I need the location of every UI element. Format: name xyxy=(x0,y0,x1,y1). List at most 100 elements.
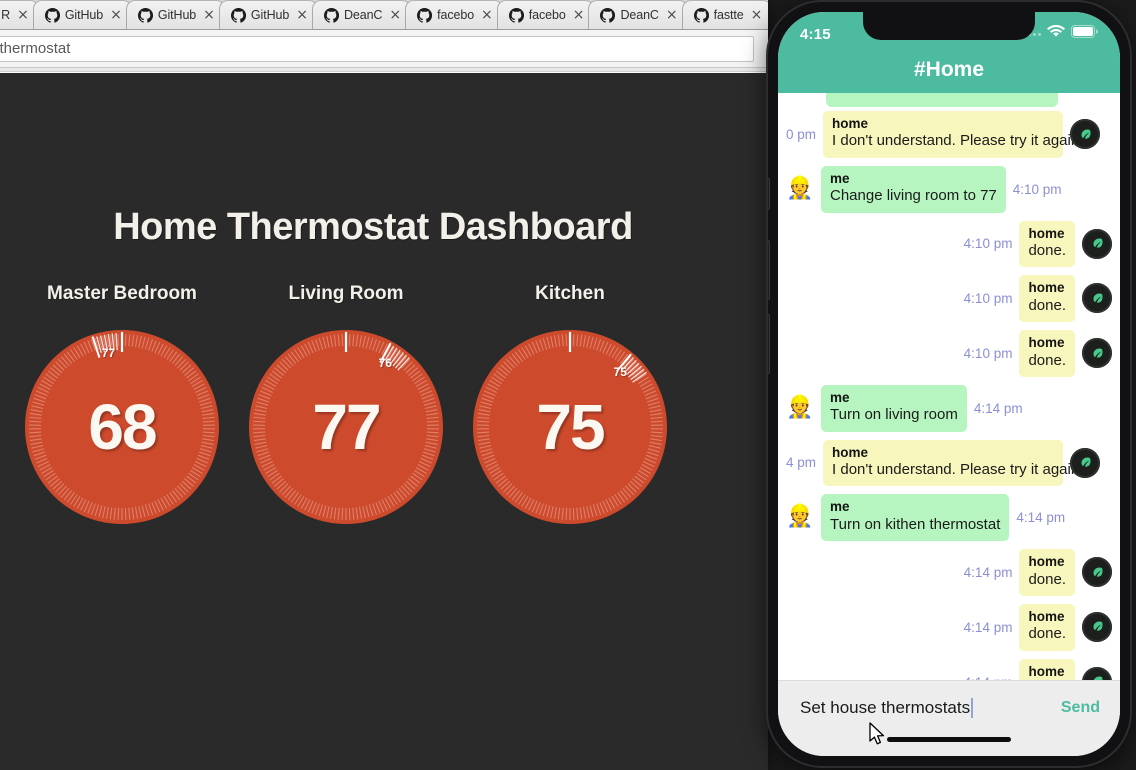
thermostat-gauge[interactable]: Master Bedroom 68 77 xyxy=(10,283,234,527)
chat-bubble: home I don't understand. Please try it ag… xyxy=(823,111,1083,158)
github-icon xyxy=(508,7,524,23)
close-icon[interactable]: × xyxy=(203,8,215,22)
browser-tab[interactable]: fastte × xyxy=(681,0,768,29)
browser-tab[interactable]: facebo × xyxy=(496,0,595,29)
chat-message-row: 👷 me Turn on kithen thermostat 4:14 pm xyxy=(778,490,1120,545)
chat-message-timestamp: 4 pm xyxy=(786,455,817,471)
github-icon xyxy=(137,7,153,23)
thermostat-target-temperature: 75 xyxy=(613,365,627,380)
phone-volume-down-button[interactable] xyxy=(768,314,770,374)
minion-avatar: 👷 xyxy=(786,503,814,529)
leaf-bot-avatar xyxy=(1082,228,1112,259)
close-icon[interactable]: × xyxy=(481,8,493,22)
browser-tab-label: GitHub xyxy=(64,8,104,22)
thermostat-room-label: Living Room xyxy=(288,283,404,304)
leaf-bot-avatar xyxy=(1082,666,1112,680)
thermostat-gauge[interactable]: Kitchen 75 75 xyxy=(458,283,682,527)
thermostat-dial[interactable]: 75 75 xyxy=(470,327,670,527)
chat-bubble: home I don't understand. Please try it ag… xyxy=(823,439,1084,487)
chat-message-author: home xyxy=(1028,663,1065,679)
thermostat-dial[interactable]: 68 77 xyxy=(22,327,222,527)
chat-message-author: home xyxy=(1028,225,1065,241)
message-input[interactable]: Set house thermostats xyxy=(800,697,1061,718)
leaf-bot-avatar xyxy=(1070,447,1101,478)
thermostat-target-temperature: 77 xyxy=(101,345,115,360)
chat-bubble: homedone. xyxy=(1019,275,1075,323)
phone-screen: 4:15 #Home 0 pm home I don't understand.… xyxy=(778,12,1120,756)
chat-message-timestamp: 4:10 pm xyxy=(963,291,1013,307)
close-icon[interactable]: × xyxy=(751,8,763,22)
chat-message-author: home xyxy=(832,444,869,460)
chat-message-timestamp: 4:10 pm xyxy=(1012,181,1062,197)
thermostat-dial[interactable]: 77 76 xyxy=(246,327,446,527)
thermostat-gauge[interactable]: Living Room 77 76 xyxy=(234,283,458,527)
leaf-bot-avatar xyxy=(1082,557,1112,588)
browser-tab-label: facebo xyxy=(528,8,566,22)
chat-message-timestamp: 4:14 pm xyxy=(1016,510,1066,526)
chat-message-text: Change living room to 77 xyxy=(830,187,997,205)
chat-message-row: 4:14 pmhomedone. xyxy=(778,545,1120,600)
phone-notch xyxy=(863,12,1035,40)
chat-bubble: homedone. xyxy=(1019,330,1075,377)
chat-title-bar: #Home xyxy=(778,56,1120,93)
chat-message-row: 4 pm home I don't understand. Please try i… xyxy=(778,436,1120,491)
chat-message-row: 4:10 pm home done. xyxy=(778,271,1120,326)
chat-message-timestamp: 0 pm xyxy=(786,126,817,142)
toolbar-divider xyxy=(0,68,768,72)
chat-message-row: 👷 me Change living room to 77 4:10 pm xyxy=(778,162,1120,217)
chat-message-timestamp: 4:14 pm xyxy=(963,619,1013,635)
chat-message-author: me xyxy=(830,499,850,515)
phone-silent-switch[interactable] xyxy=(768,178,770,210)
chat-message-list[interactable]: 0 pm home I don't understand. Please try i… xyxy=(778,93,1120,680)
leaf-bot-avatar xyxy=(1082,338,1112,369)
browser-tab[interactable]: GitHub × xyxy=(125,0,225,29)
github-icon xyxy=(693,7,709,23)
close-icon[interactable]: × xyxy=(573,8,585,22)
github-icon xyxy=(44,7,60,23)
chat-bubble: homedone. xyxy=(1019,603,1075,651)
chat-message-text: Turn on kithen thermostat xyxy=(830,515,1001,533)
browser-tab-label: GitHub xyxy=(157,8,197,22)
browser-tab[interactable]: DeanC × xyxy=(588,0,688,29)
chat-message-row: 4:14 pmhomedone. xyxy=(778,655,1120,680)
send-button[interactable]: Send xyxy=(1061,699,1100,717)
browser-tab-label: fastte xyxy=(713,8,744,22)
thermostat-target-temperature: 76 xyxy=(378,355,392,370)
home-indicator[interactable] xyxy=(887,737,1011,742)
chat-message-row: 4:14 pm homedone. xyxy=(778,600,1120,655)
browser-tab[interactable]: DeanC × xyxy=(311,0,412,29)
close-icon[interactable]: × xyxy=(296,8,308,22)
browser-toolbar: 0/thermostat xyxy=(0,30,768,68)
github-icon xyxy=(323,7,339,23)
chat-message-text: done. xyxy=(1028,296,1066,314)
chat-message-text: done. xyxy=(1028,625,1066,643)
browser-tab-label: our R xyxy=(0,8,11,22)
chat-message-text: done. xyxy=(1028,242,1066,259)
address-bar[interactable]: 0/thermostat xyxy=(0,35,754,62)
status-time: 4:15 xyxy=(800,25,831,43)
github-icon xyxy=(230,7,246,23)
close-icon[interactable]: × xyxy=(389,8,401,22)
chat-title: #Home xyxy=(913,58,985,81)
browser-tab[interactable]: GitHub × xyxy=(32,0,132,29)
phone-volume-up-button[interactable] xyxy=(768,240,770,300)
minion-avatar: 👷 xyxy=(786,393,814,419)
close-icon[interactable]: × xyxy=(17,8,29,22)
github-icon xyxy=(417,7,433,23)
chat-message-timestamp: 4:14 pm xyxy=(963,565,1013,580)
close-icon[interactable]: × xyxy=(666,8,678,22)
chat-message-author: home xyxy=(1028,280,1065,296)
browser-tab-label: DeanC xyxy=(620,8,659,22)
chat-message-author: home xyxy=(832,116,869,131)
chat-message-row: 👷 me Turn on living room 4:14 pm xyxy=(778,381,1120,436)
browser-tab[interactable]: GitHub × xyxy=(218,0,318,29)
chat-message-text: done. xyxy=(1028,351,1066,369)
chat-message-text: I don't understand. Please try it again. xyxy=(832,461,1084,479)
address-bar-text: 0/thermostat xyxy=(0,40,71,57)
close-icon[interactable]: × xyxy=(110,8,122,22)
browser-tab[interactable]: facebo × xyxy=(405,0,503,29)
wifi-icon xyxy=(1047,24,1065,43)
chat-bubble: homedone. xyxy=(1019,220,1075,268)
home-indicator-area xyxy=(778,734,1120,756)
chat-message-author: home xyxy=(1028,608,1065,624)
